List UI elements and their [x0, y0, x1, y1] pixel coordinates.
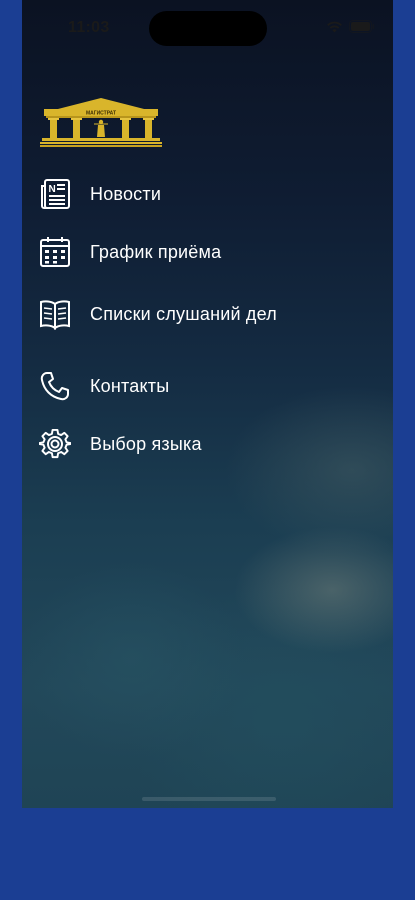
menu-item-language[interactable]: Выбор языка: [39, 428, 359, 460]
menu-item-news-label: Новости: [90, 184, 162, 204]
menu-item-contacts[interactable]: Контакты: [39, 370, 359, 402]
status-time: 11:03: [68, 19, 110, 36]
battery-icon: [349, 20, 375, 38]
menu-item-news[interactable]: N Новости: [39, 178, 359, 210]
wifi-icon: [326, 20, 343, 38]
book-icon: [39, 298, 71, 330]
svg-text:N: N: [49, 184, 56, 195]
menu-item-language-label: Выбор языка: [90, 434, 202, 454]
svg-text:МАГИСТРАТ: МАГИСТРАТ: [86, 111, 116, 117]
app-logo: МАГИСТРАТ: [40, 96, 162, 148]
status-icons: [326, 20, 375, 38]
menu-item-hearings[interactable]: Списки слушаний дел: [39, 298, 359, 330]
calendar-icon: [39, 236, 71, 268]
gear-icon: [39, 428, 71, 460]
menu-item-schedule[interactable]: График приёма: [39, 236, 359, 268]
menu-item-contacts-label: Контакты: [90, 376, 170, 396]
menu-item-hearings-label: Списки слушаний дел: [90, 304, 277, 324]
newspaper-icon: N: [39, 178, 71, 210]
side-menu-screen: 11:03 МАГИСТРАТ N Новости График приёма …: [22, 0, 393, 808]
home-indicator[interactable]: [142, 797, 276, 801]
status-bar: 11:03: [22, 0, 393, 50]
phone-icon: [39, 370, 71, 402]
menu-item-schedule-label: График приёма: [90, 242, 222, 262]
dynamic-island: [149, 11, 267, 46]
